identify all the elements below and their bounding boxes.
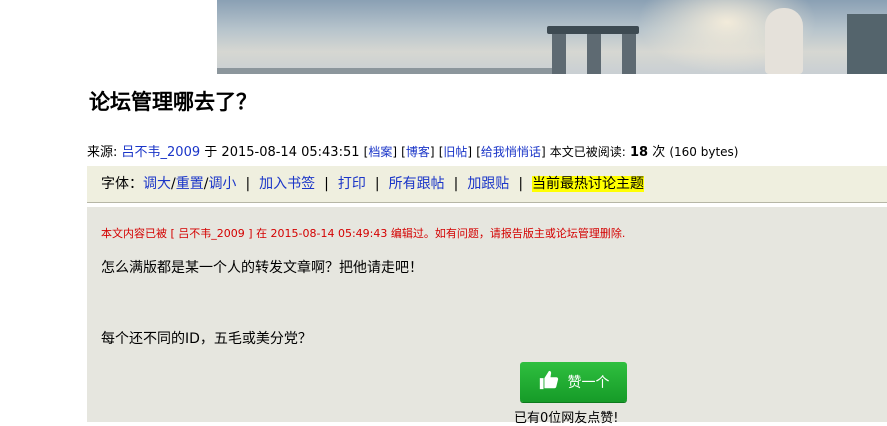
bookmark-link[interactable]: 加入书签	[259, 176, 315, 192]
all-replies-link[interactable]: 所有跟帖	[389, 176, 445, 192]
thumbs-up-icon	[538, 369, 560, 395]
at-label: 于	[204, 145, 218, 160]
font-reset-link[interactable]: 重置	[176, 176, 204, 192]
add-reply-link[interactable]: 加跟贴	[467, 176, 509, 192]
post-meta: 来源: 吕不韦_2009 于 2015-08-14 05:43:51 [档案] …	[87, 145, 739, 160]
source-label: 来源:	[87, 145, 118, 160]
print-link[interactable]: 打印	[338, 176, 366, 192]
edit-notice: 本文内容已被 [ 吕不韦_2009 ] 在 2015-08-14 05:49:4…	[101, 227, 626, 240]
like-count: 已有0位网友点赞!	[514, 411, 619, 426]
hot-topics-link[interactable]: 当前最热讨论主题	[532, 176, 645, 192]
like-button[interactable]: 赞一个	[520, 362, 627, 402]
font-smaller-link[interactable]: 调小	[208, 176, 236, 192]
read-label: 本文已被阅读:	[549, 145, 626, 159]
font-label: 字体：	[101, 176, 143, 192]
private-message-link[interactable]: 给我悄悄话	[481, 145, 541, 159]
like-button-label: 赞一个	[567, 375, 610, 391]
page-title: 论坛管理哪去了？	[89, 89, 257, 114]
old-posts-link[interactable]: 旧帖	[443, 145, 467, 159]
post-size: (160 bytes)	[669, 145, 739, 159]
read-unit: 次	[652, 145, 666, 160]
post-datetime: 2015-08-14 05:43:51	[221, 145, 360, 160]
font-larger-link[interactable]: 调大	[143, 176, 171, 192]
post-toolbar: 字体：调大/重置/调小 | 加入书签 | 打印 | 所有跟帖 | 加跟贴 | 当前最热讨论主题	[87, 166, 887, 203]
header-banner-image	[217, 0, 887, 74]
profile-link[interactable]: 档案	[368, 145, 392, 159]
post-content: 本文内容已被 [ 吕不韦_2009 ] 在 2015-08-14 05:49:4…	[87, 207, 887, 426]
blog-link[interactable]: 博客	[406, 145, 430, 159]
author-link[interactable]: 吕不韦_2009	[122, 145, 201, 160]
post-paragraph: 每个还不同的ID，五毛或美分党？	[101, 331, 312, 347]
post-paragraph: 怎么满版都是某一个人的转发文章啊？把他请走吧！	[101, 260, 423, 276]
read-count: 18	[629, 145, 649, 160]
